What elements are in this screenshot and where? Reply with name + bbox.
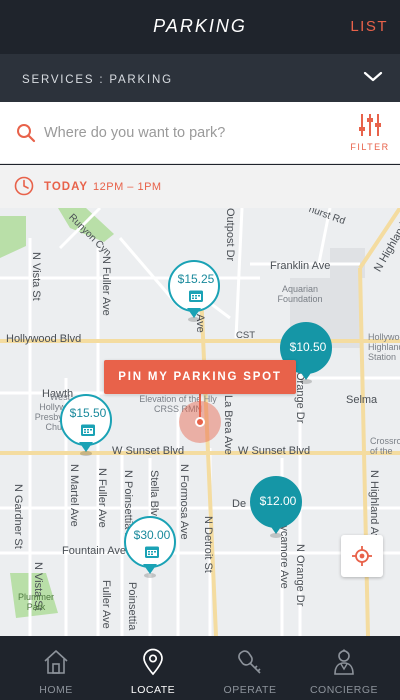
pin-my-parking-spot-button[interactable]: PIN MY PARKING SPOT — [104, 360, 296, 394]
road-label-gardner: N Gardner St — [12, 484, 24, 549]
page-title: PARKING — [153, 16, 247, 36]
pin-price: $15.25 — [177, 272, 215, 286]
schedule-day: TODAY — [44, 181, 88, 193]
calendar-icon — [189, 290, 203, 302]
nav-label-operate: OPERATE — [223, 684, 277, 696]
search-icon — [17, 124, 36, 143]
road-label-vista-top: N Vista St — [30, 252, 42, 301]
services-label: SERVICES : PARKING — [22, 74, 173, 86]
parking-pin-3[interactable]: $15.50 — [60, 394, 112, 456]
road-label-franklin: Franklin Ave — [270, 260, 331, 272]
road-label-detroit: N Detroit St — [202, 516, 214, 573]
nav-label-home: HOME — [39, 684, 73, 696]
list-button[interactable]: LIST — [350, 18, 388, 35]
nav-label-concierge: CONCIERGE — [309, 684, 379, 696]
bottom-nav: HOME LOCATE OPERATE CONCIERGE — [0, 636, 400, 700]
nav-item-home[interactable]: HOME — [6, 636, 106, 700]
road-label-de-fragment: De — [232, 498, 247, 510]
road-label-martel: N Martel Ave — [68, 464, 80, 527]
schedule-time: 12PM – 1PM — [93, 181, 162, 193]
road-label-stella: Stella Blvd — [148, 470, 160, 522]
clock-icon — [14, 176, 34, 196]
poi-hollywood-station: Hollywood Highland Station — [368, 332, 400, 362]
road-label-selma: Selma — [346, 394, 378, 406]
chevron-down-icon[interactable] — [362, 68, 384, 86]
nav-item-concierge[interactable]: CONCIERGE — [294, 636, 394, 700]
time-selector[interactable]: TODAY 12PM – 1PM — [0, 165, 400, 208]
top-bar: PARKING LIST — [0, 0, 400, 54]
crosshair-icon — [352, 546, 372, 566]
road-label-fuller-bottom: N Fuller Ave — [96, 468, 108, 528]
sliders-icon — [359, 114, 381, 136]
pin-price: $30.00 — [133, 528, 171, 542]
parking-pin-5[interactable]: $30.00 — [124, 516, 176, 578]
poi-crossroads: Crossro of the — [370, 436, 400, 456]
pin-price: $12.00 — [259, 494, 297, 508]
road-label-fuller-top: N Fuller Ave — [100, 256, 112, 316]
poi-aquarian: Aquarian Foundation — [277, 284, 323, 304]
road-label-outpost: Outpost Dr — [224, 208, 236, 262]
nav-item-operate[interactable]: OPERATE — [200, 636, 300, 700]
road-label-orange-bottom: N Orange Dr — [294, 544, 306, 607]
calendar-icon — [81, 424, 95, 436]
key-icon — [238, 650, 261, 674]
map-view[interactable]: Runyon Cyn Outpost Dr hurst Rd N Highlan… — [0, 208, 400, 636]
filter-button[interactable]: FILTER — [346, 112, 394, 158]
calendar-icon — [145, 546, 159, 558]
road-label-sunset-west: W Sunset Blvd — [112, 445, 185, 457]
road-label-sunset-east: W Sunset Blvd — [238, 445, 311, 457]
road-label-poinsettia-bottom: Poinsettia — [126, 582, 138, 631]
nav-label-locate: LOCATE — [130, 684, 176, 696]
home-icon — [44, 650, 68, 674]
nav-item-locate[interactable]: LOCATE — [103, 636, 203, 700]
road-label-fuller-south: Fuller Ave — [100, 580, 112, 629]
filter-label: FILTER — [350, 142, 390, 152]
parking-pin-1[interactable]: $15.25 — [168, 260, 220, 322]
location-pin-icon — [143, 648, 163, 676]
poi-plummer-park: Plummer Park — [17, 592, 54, 612]
road-label-cst: CST — [236, 330, 255, 341]
current-location-dot — [195, 417, 205, 427]
search-input[interactable] — [44, 120, 294, 146]
pin-price: $10.50 — [289, 340, 327, 354]
road-label-hollywood: Hollywood Blvd — [6, 333, 82, 345]
road-label-formosa: N Formosa Ave — [178, 464, 190, 540]
pin-price: $15.50 — [69, 406, 107, 420]
road-label-fountain: Fountain Ave — [62, 545, 127, 557]
concierge-icon — [334, 649, 354, 675]
search-bar: FILTER — [0, 102, 400, 164]
parking-pin-4[interactable]: $12.00 — [250, 476, 302, 538]
locate-me-button[interactable] — [341, 535, 383, 577]
services-selector[interactable]: SERVICES : PARKING — [0, 54, 400, 102]
